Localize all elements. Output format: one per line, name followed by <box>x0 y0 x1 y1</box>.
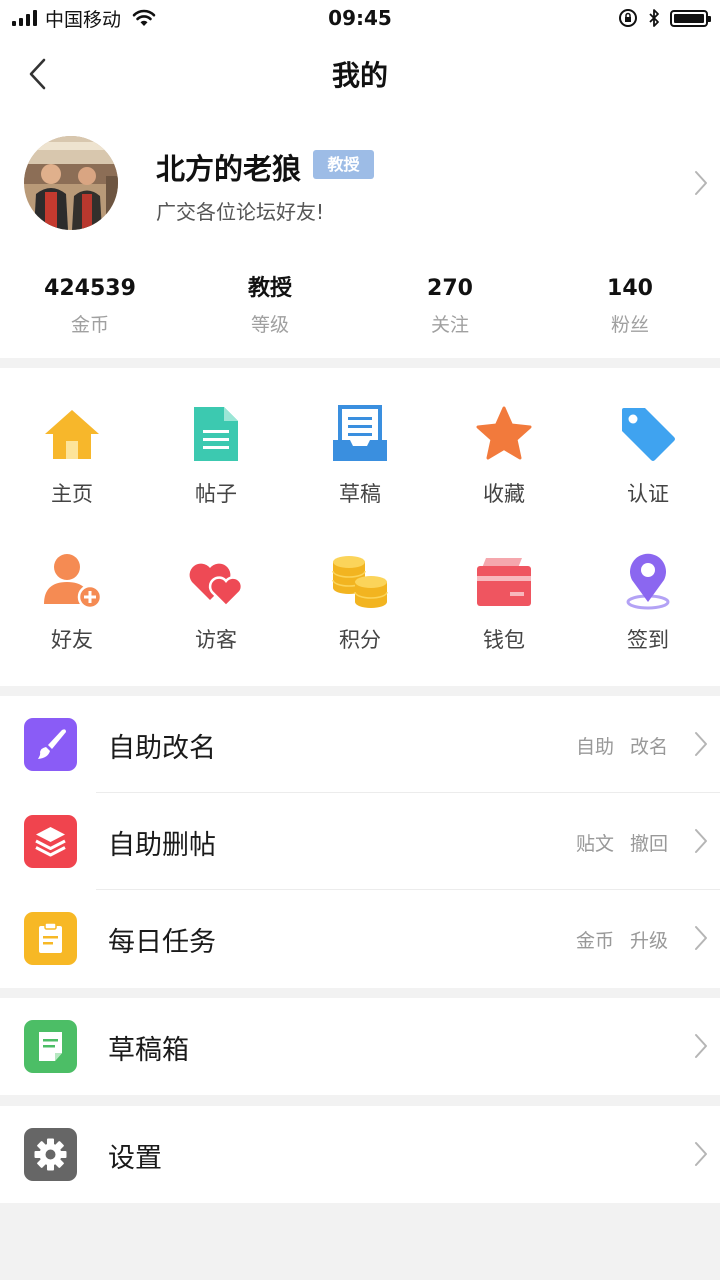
grid-label: 钱包 <box>483 628 525 652</box>
grid-label: 认证 <box>627 482 669 506</box>
menu-title: 设置 <box>108 1143 162 1174</box>
add-friend-icon <box>44 554 102 610</box>
battery-icon <box>670 9 711 27</box>
grid-label: 草稿 <box>339 482 381 506</box>
rank-badge: 教授 <box>313 150 374 179</box>
stat-fans[interactable]: 140 粉丝 <box>540 274 720 337</box>
orientation-lock-icon <box>619 9 637 27</box>
grid-label: 帖子 <box>195 482 237 506</box>
note-icon <box>24 1020 77 1073</box>
grid-item-favorites[interactable]: 收藏 <box>432 374 576 514</box>
chevron-right-icon <box>695 732 707 756</box>
page-title: 我的 <box>331 59 388 92</box>
grid-item-points[interactable]: 积分 <box>288 520 432 660</box>
grid-label: 好友 <box>51 628 93 652</box>
menu-subtext: 自助 改名 <box>575 736 668 758</box>
bluetooth-icon <box>649 9 659 27</box>
stat-coins[interactable]: 424539 金币 <box>0 274 180 337</box>
chevron-right-icon <box>695 926 707 950</box>
chevron-right-icon <box>695 1142 707 1166</box>
stat-value: 140 <box>607 276 653 301</box>
draft-tray-icon <box>333 405 387 461</box>
menu-row-daily-task[interactable]: 每日任务 金币 升级 <box>0 890 720 987</box>
menu-title: 自助改名 <box>108 733 216 764</box>
grid-item-wallet[interactable]: 钱包 <box>432 520 576 660</box>
menu-group-3: 设置 <box>0 1106 720 1203</box>
grid-item-drafts[interactable]: 草稿 <box>288 374 432 514</box>
menu-row-delete-post[interactable]: 自助删帖 贴文 撤回 <box>0 793 720 890</box>
grid-item-verify[interactable]: 认证 <box>576 374 720 514</box>
chevron-right-icon <box>695 829 707 853</box>
grid-label: 主页 <box>51 482 93 506</box>
stats-row: 424539 金币 教授 等级 270 关注 140 粉丝 <box>0 274 720 337</box>
stat-label: 金币 <box>70 314 109 336</box>
user-bio: 广交各位论坛好友! <box>156 200 325 224</box>
stat-label: 粉丝 <box>610 314 649 336</box>
coins-icon <box>332 556 388 608</box>
feature-grid: 主页 帖子 草稿 收藏 认证 好友 访客 积分 钱包 签到 <box>0 368 720 686</box>
menu-row-drafts-box[interactable]: 草稿箱 <box>0 998 720 1095</box>
chevron-right-icon[interactable] <box>694 170 708 196</box>
menu-subtext: 贴文 撤回 <box>575 833 668 855</box>
wallet-icon <box>477 558 531 606</box>
stat-value: 教授 <box>247 276 292 301</box>
grid-item-friends[interactable]: 好友 <box>0 520 144 660</box>
profile-card[interactable]: 北方的老狼 教授 广交各位论坛好友! 424539 金币 教授 等级 270 关… <box>0 112 720 358</box>
gear-icon <box>24 1128 77 1181</box>
hearts-icon <box>189 563 244 608</box>
star-icon <box>476 406 532 460</box>
stat-following[interactable]: 270 关注 <box>360 274 540 337</box>
nav-bar: 我的 <box>0 36 720 112</box>
menu-title: 草稿箱 <box>108 1035 189 1066</box>
stat-value: 270 <box>427 276 473 301</box>
stat-label: 关注 <box>430 314 469 336</box>
menu-group-2: 草稿箱 <box>0 998 720 1095</box>
menu-group-1: 自助改名 自助 改名 自助删帖 贴文 撤回 每日任务 金币 升级 <box>0 696 720 988</box>
grid-item-home[interactable]: 主页 <box>0 374 144 514</box>
menu-subtext: 金币 升级 <box>575 930 668 952</box>
menu-row-settings[interactable]: 设置 <box>0 1106 720 1203</box>
tag-icon <box>622 408 675 461</box>
grid-item-checkin[interactable]: 签到 <box>576 520 720 660</box>
layers-icon <box>24 815 77 868</box>
grid-label: 签到 <box>627 628 669 652</box>
menu-row-rename[interactable]: 自助改名 自助 改名 <box>0 696 720 793</box>
grid-label: 积分 <box>339 628 381 652</box>
brush-icon <box>24 718 77 771</box>
grid-item-posts[interactable]: 帖子 <box>144 374 288 514</box>
stat-value: 424539 <box>44 276 136 301</box>
location-pin-icon <box>626 553 670 610</box>
user-name: 北方的老狼 <box>156 152 302 186</box>
avatar[interactable] <box>24 136 118 230</box>
stat-level[interactable]: 教授 等级 <box>180 274 360 337</box>
status-bar: 中国移动 09:45 <box>0 0 720 36</box>
grid-label: 访客 <box>195 628 237 652</box>
menu-title: 自助删帖 <box>108 830 216 861</box>
status-right <box>618 6 711 30</box>
home-icon <box>45 410 99 459</box>
grid-label: 收藏 <box>483 482 525 506</box>
clipboard-icon <box>24 912 77 965</box>
document-icon <box>194 407 238 461</box>
chevron-right-icon <box>695 1034 707 1058</box>
stat-label: 等级 <box>250 314 289 336</box>
status-time: 09:45 <box>328 6 392 30</box>
menu-title: 每日任务 <box>108 927 216 958</box>
grid-item-visitors[interactable]: 访客 <box>144 520 288 660</box>
